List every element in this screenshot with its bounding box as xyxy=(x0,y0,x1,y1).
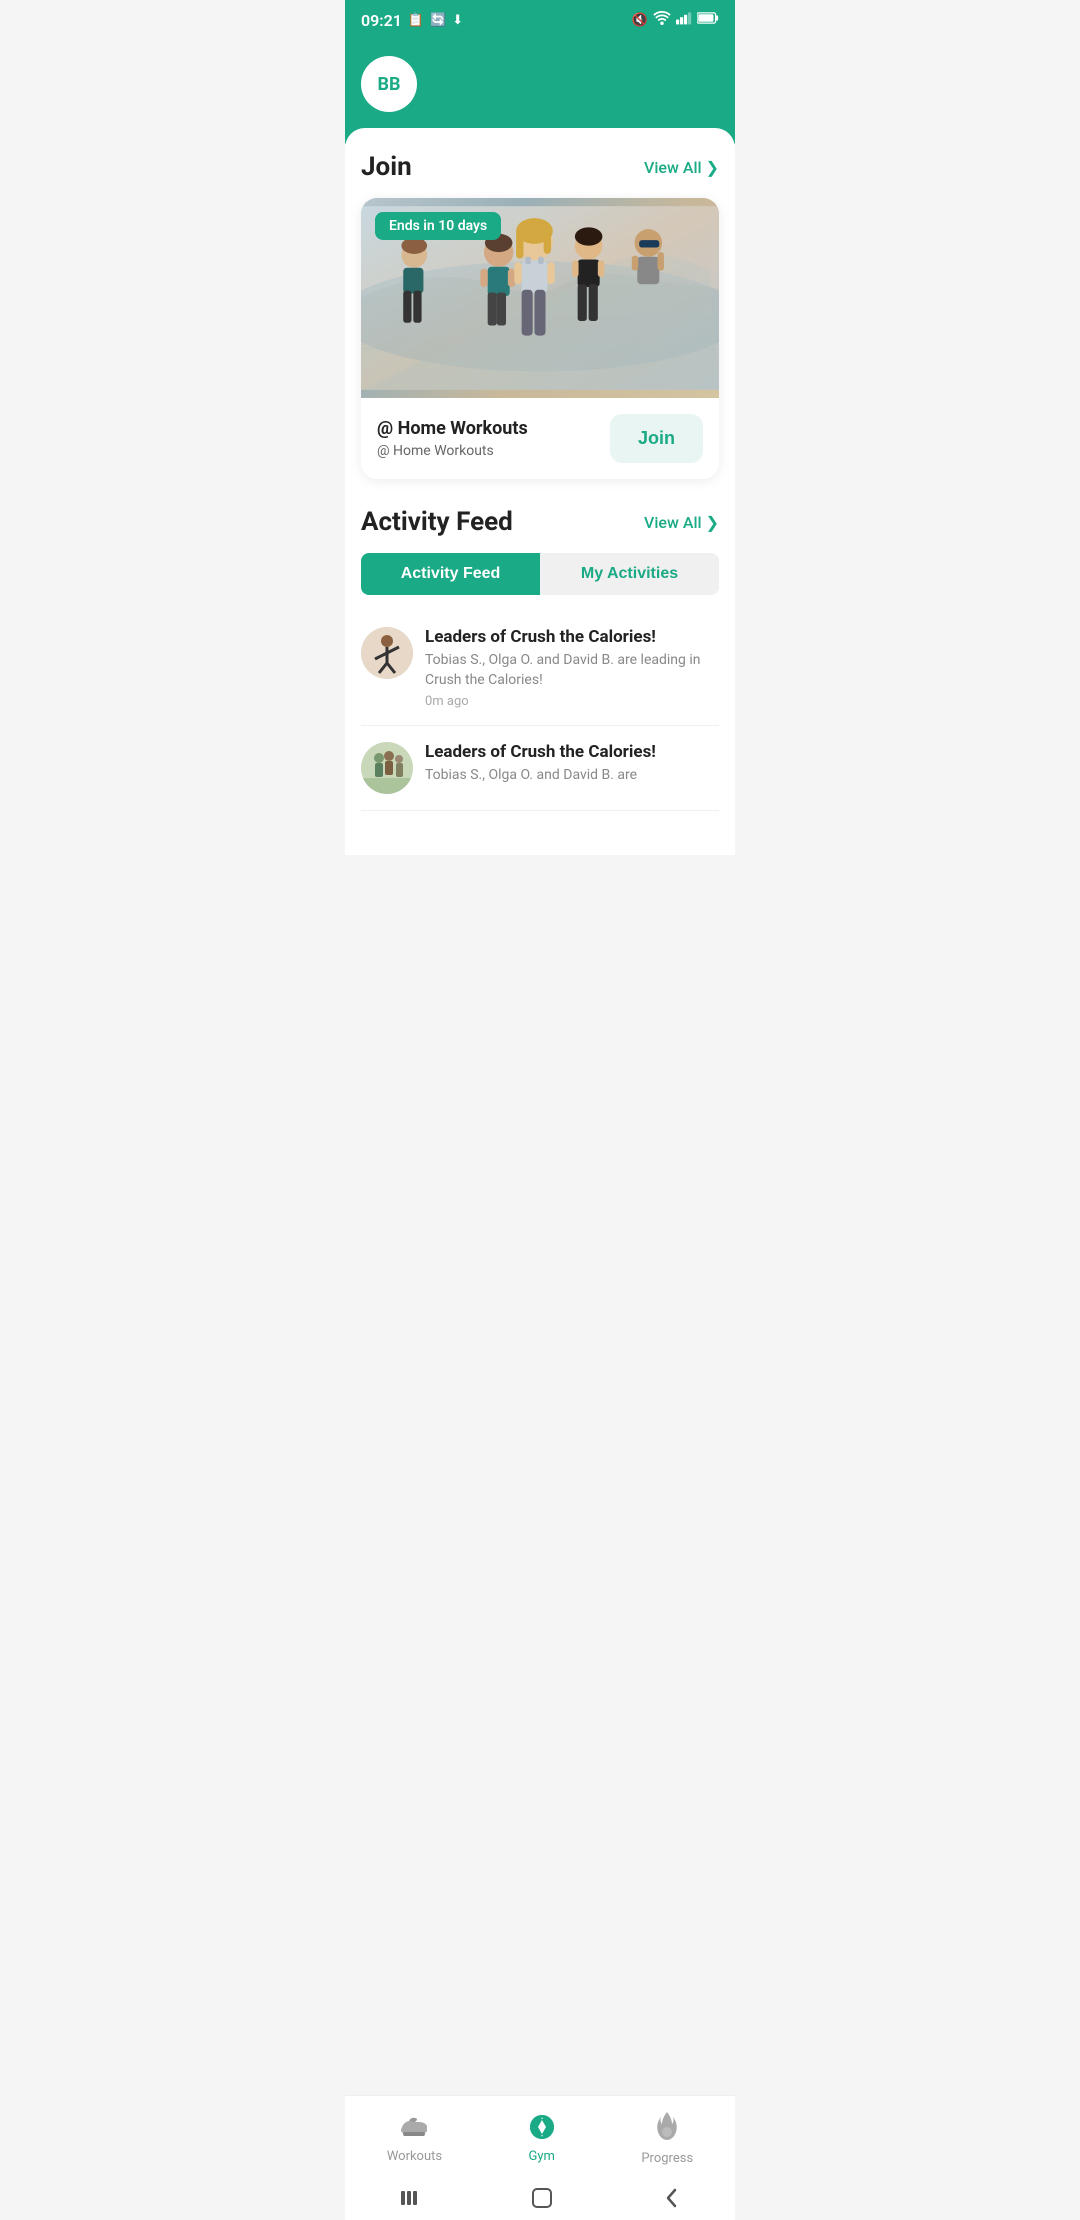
challenge-image: Ends in 10 days xyxy=(361,198,719,398)
challenge-text: @ Home Workouts @ Home Workouts xyxy=(377,418,528,459)
feed-avatar-2 xyxy=(361,742,413,794)
join-section-header: Join View All ❯ xyxy=(361,152,719,182)
join-view-all[interactable]: View All ❯ xyxy=(644,158,719,177)
activity-feed-section: Activity Feed View All ❯ Activity Feed M… xyxy=(361,507,719,811)
main-content: Join View All ❯ xyxy=(345,128,735,855)
feed-item-2: Leaders of Crush the Calories! Tobias S.… xyxy=(361,726,719,811)
feed-content-1: Leaders of Crush the Calories! Tobias S.… xyxy=(425,627,719,709)
download-icon: ⬇ xyxy=(452,13,463,28)
avatar-pose-icon xyxy=(361,627,413,679)
tab-my-activities[interactable]: My Activities xyxy=(540,553,719,595)
nav-label-workouts: Workouts xyxy=(387,2149,442,2164)
nav-item-gym[interactable]: Gym xyxy=(506,2109,578,2168)
chevron-right-icon: ❯ xyxy=(706,513,719,532)
chevron-right-icon: ❯ xyxy=(706,158,719,177)
menu-icon[interactable] xyxy=(399,2190,421,2210)
gym-icon xyxy=(526,2113,558,2145)
shoe-icon xyxy=(399,2112,429,2145)
nav-item-workouts[interactable]: Workouts xyxy=(367,2108,462,2168)
avatar[interactable]: BB xyxy=(361,56,417,112)
tab-activity-feed[interactable]: Activity Feed xyxy=(361,553,540,595)
bottom-nav: Workouts Gym Progress xyxy=(345,2095,735,2180)
ends-badge: Ends in 10 days xyxy=(375,212,501,240)
mute-icon: 🔇 xyxy=(632,13,648,28)
status-bar: 09:21 📋 🔄 ⬇ 🔇 xyxy=(345,0,735,40)
signal-icon xyxy=(676,11,692,29)
feed-item-desc-1: Tobias S., Olga O. and David B. are lead… xyxy=(425,651,719,690)
status-time: 09:21 xyxy=(361,11,402,30)
refresh-icon: 🔄 xyxy=(430,13,446,28)
challenge-card: Ends in 10 days @ Home Workouts @ Home W… xyxy=(361,198,719,479)
nav-label-gym: Gym xyxy=(529,2149,555,2164)
challenge-subtitle: @ Home Workouts xyxy=(377,443,528,459)
feed-item: Leaders of Crush the Calories! Tobias S.… xyxy=(361,611,719,726)
nav-label-progress: Progress xyxy=(641,2151,693,2166)
activity-view-all[interactable]: View All ❯ xyxy=(644,513,719,532)
flame-icon xyxy=(654,2110,680,2147)
feed-item-title-1: Leaders of Crush the Calories! xyxy=(425,627,719,647)
wifi-icon xyxy=(653,11,671,29)
home-icon[interactable] xyxy=(530,2186,554,2214)
android-nav-bar xyxy=(345,2180,735,2220)
feed-item-time-1: 0m ago xyxy=(425,694,719,709)
challenge-title: @ Home Workouts xyxy=(377,418,528,439)
back-icon[interactable] xyxy=(663,2187,681,2213)
challenge-info: @ Home Workouts @ Home Workouts Join xyxy=(361,398,719,479)
nav-item-progress[interactable]: Progress xyxy=(621,2106,713,2170)
feed-content-2: Leaders of Crush the Calories! Tobias S.… xyxy=(425,742,656,790)
battery-icon xyxy=(697,12,719,28)
avatar-group-icon xyxy=(361,742,413,794)
feed-avatar-1 xyxy=(361,627,413,679)
clipboard-icon: 📋 xyxy=(408,13,424,28)
join-button[interactable]: Join xyxy=(610,414,703,463)
activity-feed-header: Activity Feed View All ❯ xyxy=(361,507,719,537)
feed-item-desc-2: Tobias S., Olga O. and David B. are xyxy=(425,766,656,786)
feed-tabs: Activity Feed My Activities xyxy=(361,553,719,595)
join-title: Join xyxy=(361,152,412,182)
feed-item-title-2: Leaders of Crush the Calories! xyxy=(425,742,656,762)
activity-feed-title: Activity Feed xyxy=(361,507,513,537)
